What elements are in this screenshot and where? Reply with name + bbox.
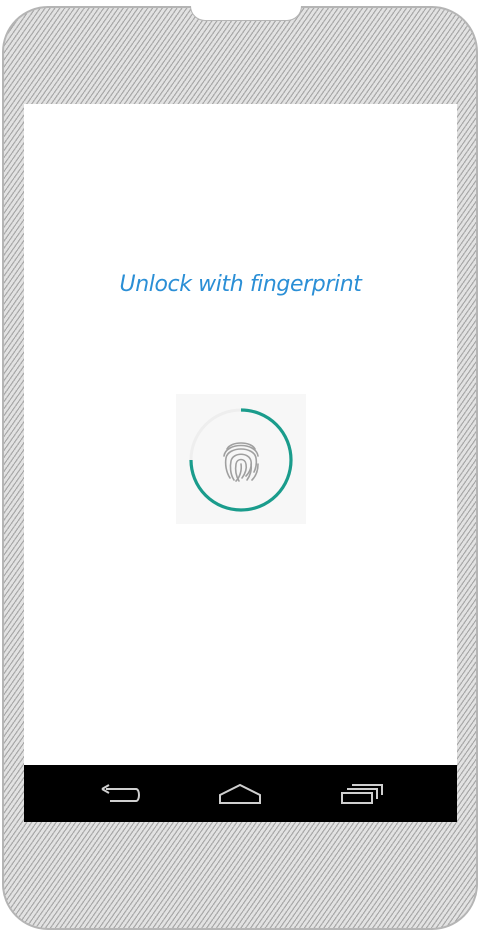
fingerprint-sensor[interactable] [176,394,306,524]
back-button[interactable] [98,779,142,809]
fingerprint-icon [223,442,259,482]
recents-button[interactable] [340,779,384,809]
fingerprint-progress [189,408,293,512]
home-icon [219,783,261,804]
back-icon [101,784,140,802]
screen: Unlock with fingerprint [24,104,457,822]
speaker-notch [190,6,302,21]
recents-icon [341,784,383,804]
page-title: Unlock with fingerprint [119,272,362,297]
navigation-bar [24,765,457,822]
home-button[interactable] [218,779,262,809]
